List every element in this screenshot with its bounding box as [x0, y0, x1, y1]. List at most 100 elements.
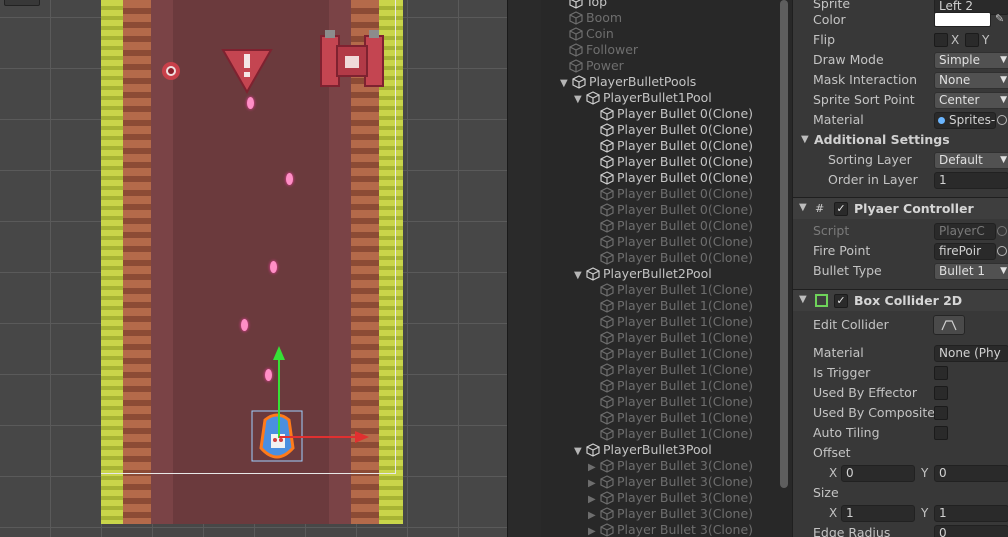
hierarchy-item[interactable]: Player Bullet 1(Clone) [588, 330, 753, 346]
hierarchy-item[interactable]: Player Bullet 0(Clone) [588, 122, 753, 138]
hierarchy-item[interactable]: Player Bullet 1(Clone) [588, 394, 753, 410]
hierarchy-item[interactable]: Player Bullet 1(Clone) [588, 346, 753, 362]
order-label: Order in Layer [828, 172, 918, 187]
hierarchy-item[interactable]: Player Bullet 0(Clone) [588, 202, 753, 218]
hierarchy-item[interactable]: Follower [569, 42, 638, 58]
flip-y-checkbox[interactable] [965, 33, 979, 47]
collider-material-field[interactable]: None (Phy [934, 345, 1008, 362]
edit-collider-button[interactable] [933, 315, 965, 335]
hierarchy-item[interactable]: ▶ Player Bullet 3(Clone) [588, 522, 753, 537]
hierarchy-item[interactable]: Player Bullet 0(Clone) [588, 250, 753, 266]
box-collider-enabled-checkbox[interactable]: ✓ [834, 294, 848, 308]
hierarchy-item[interactable]: ▼ PlayerBullet2Pool [574, 266, 712, 282]
enemy-small-sprite[interactable] [159, 60, 183, 82]
player-bullet[interactable] [247, 97, 254, 109]
hierarchy-item[interactable]: Player Bullet 0(Clone) [588, 234, 753, 250]
used-by-composite-checkbox[interactable] [934, 406, 948, 420]
offset-y-label: Y [921, 466, 929, 480]
offset-y-input[interactable]: 0 [934, 465, 1008, 482]
hierarchy-item[interactable]: Power [569, 58, 624, 74]
box-collider-header[interactable]: ▼ ✓ Box Collider 2D [793, 289, 1008, 311]
color-swatch[interactable] [934, 12, 991, 27]
fire-point-value: firePoir [939, 244, 982, 258]
size-y-input[interactable]: 1 [934, 505, 1008, 522]
expand-arrow-icon[interactable]: ▶ [588, 524, 600, 537]
offset-x-input[interactable]: 0 [841, 465, 915, 482]
material-field[interactable]: Sprites- [934, 112, 996, 129]
gameobject-cube-icon [600, 379, 614, 393]
collapse-arrow-icon[interactable]: ▼ [574, 92, 586, 108]
is-trigger-checkbox[interactable] [934, 366, 948, 380]
hierarchy-item[interactable]: Player Bullet 1(Clone) [588, 298, 753, 314]
hierarchy-item[interactable]: Player Bullet 0(Clone) [588, 218, 753, 234]
hierarchy-item-label: Player Bullet 0(Clone) [617, 250, 754, 265]
eyedropper-icon[interactable]: ✎ [995, 12, 1004, 25]
scene-view[interactable] [0, 0, 507, 537]
sorting-layer-value: Default [939, 153, 983, 167]
hierarchy-item[interactable]: Coin [569, 26, 614, 42]
hierarchy-item[interactable]: Player Bullet 0(Clone) [588, 186, 753, 202]
bullet-type-dropdown[interactable]: Bullet 1 ▼ [934, 263, 1008, 280]
player-controller-enabled-checkbox[interactable]: ✓ [834, 202, 848, 216]
mask-row: Mask Interaction None ▼ [793, 70, 1008, 90]
hierarchy-item[interactable]: Player Bullet 1(Clone) [588, 426, 753, 442]
hierarchy-scrollbar[interactable] [780, 0, 788, 488]
move-gizmo-x-axis[interactable] [279, 429, 371, 445]
gameobject-cube-icon [600, 171, 614, 185]
hierarchy-item[interactable]: Top [569, 0, 607, 10]
enemy-large-sprite[interactable] [319, 28, 385, 88]
hierarchy-item[interactable]: Player Bullet 1(Clone) [588, 410, 753, 426]
fire-point-field[interactable]: firePoir [934, 243, 996, 260]
size-x-input[interactable]: 1 [841, 505, 915, 522]
hierarchy-item[interactable]: Player Bullet 0(Clone) [588, 170, 753, 186]
inspector-panel[interactable]: Sprite Left 2 Color ✎ Flip X Y Draw Mode… [792, 0, 1008, 537]
collapse-arrow-icon[interactable]: ▼ [560, 76, 572, 92]
edge-radius-input[interactable]: 0 [934, 525, 1008, 537]
sort-point-dropdown[interactable]: Center ▼ [934, 92, 1008, 109]
player-bullet[interactable] [286, 173, 293, 185]
sorting-layer-dropdown[interactable]: Default ▼ [934, 152, 1008, 169]
order-input[interactable]: 1 [934, 172, 1008, 189]
hierarchy-item[interactable]: Player Bullet 1(Clone) [588, 314, 753, 330]
flip-x-checkbox[interactable] [934, 33, 948, 47]
hierarchy-item[interactable]: ▼ PlayerBullet3Pool [574, 442, 712, 458]
hierarchy-item-label: Follower [586, 42, 639, 57]
collapse-arrow-icon[interactable]: ▼ [574, 444, 586, 460]
used-by-effector-checkbox[interactable] [934, 386, 948, 400]
hierarchy-item[interactable]: ▼ PlayerBullet1Pool [574, 90, 712, 106]
hierarchy-item[interactable]: Player Bullet 1(Clone) [588, 282, 753, 298]
scene-tool-button[interactable] [4, 0, 40, 6]
player-bullet[interactable] [270, 261, 277, 273]
hierarchy-item-label: Player Bullet 1(Clone) [617, 346, 754, 361]
hierarchy-item-label: Player Bullet 1(Clone) [617, 378, 754, 393]
collapse-arrow-icon[interactable]: ▼ [574, 268, 586, 284]
hierarchy-item[interactable]: Player Bullet 0(Clone) [588, 154, 753, 170]
draw-mode-dropdown[interactable]: Simple ▼ [934, 52, 1008, 69]
hierarchy-item[interactable]: Player Bullet 1(Clone) [588, 362, 753, 378]
hierarchy-item[interactable]: ▶ Player Bullet 3(Clone) [588, 474, 753, 490]
object-picker-icon[interactable] [997, 246, 1007, 256]
hierarchy-item-label: Player Bullet 3(Clone) [617, 506, 754, 521]
auto-tiling-checkbox[interactable] [934, 426, 948, 440]
hierarchy-item[interactable]: Boom [569, 10, 622, 26]
hierarchy-item[interactable]: ▶ Player Bullet 3(Clone) [588, 458, 753, 474]
mask-dropdown[interactable]: None ▼ [934, 72, 1008, 89]
bullet-type-row: Bullet Type Bullet 1 ▼ [793, 261, 1008, 281]
hierarchy-item[interactable]: ▼ PlayerBulletPools [560, 74, 696, 90]
chevron-down-icon: ▼ [1000, 266, 1007, 276]
hierarchy-item[interactable]: Player Bullet 0(Clone) [588, 138, 753, 154]
hierarchy-panel[interactable]: Top Boom Coin Follower Power ▼ PlayerBulletPoo… [507, 0, 792, 537]
hierarchy-item[interactable]: ▶ Player Bullet 3(Clone) [588, 490, 753, 506]
foldout-arrow-icon: ▼ [801, 134, 809, 145]
hierarchy-item[interactable]: Player Bullet 0(Clone) [588, 106, 753, 122]
player-bullet[interactable] [241, 319, 248, 331]
object-picker-icon[interactable] [997, 115, 1007, 125]
enemy-medium-sprite[interactable] [221, 46, 273, 94]
hierarchy-item-label: Player Bullet 3(Clone) [617, 474, 754, 489]
additional-settings-header[interactable]: ▼ Additional Settings [793, 130, 1008, 150]
hierarchy-item[interactable]: ▶ Player Bullet 3(Clone) [588, 506, 753, 522]
gameobject-cube-icon [600, 507, 614, 521]
move-gizmo-y-axis[interactable] [271, 344, 287, 438]
player-controller-header[interactable]: ▼ # ✓ Plyaer Controller [793, 197, 1008, 219]
hierarchy-item[interactable]: Player Bullet 1(Clone) [588, 378, 753, 394]
